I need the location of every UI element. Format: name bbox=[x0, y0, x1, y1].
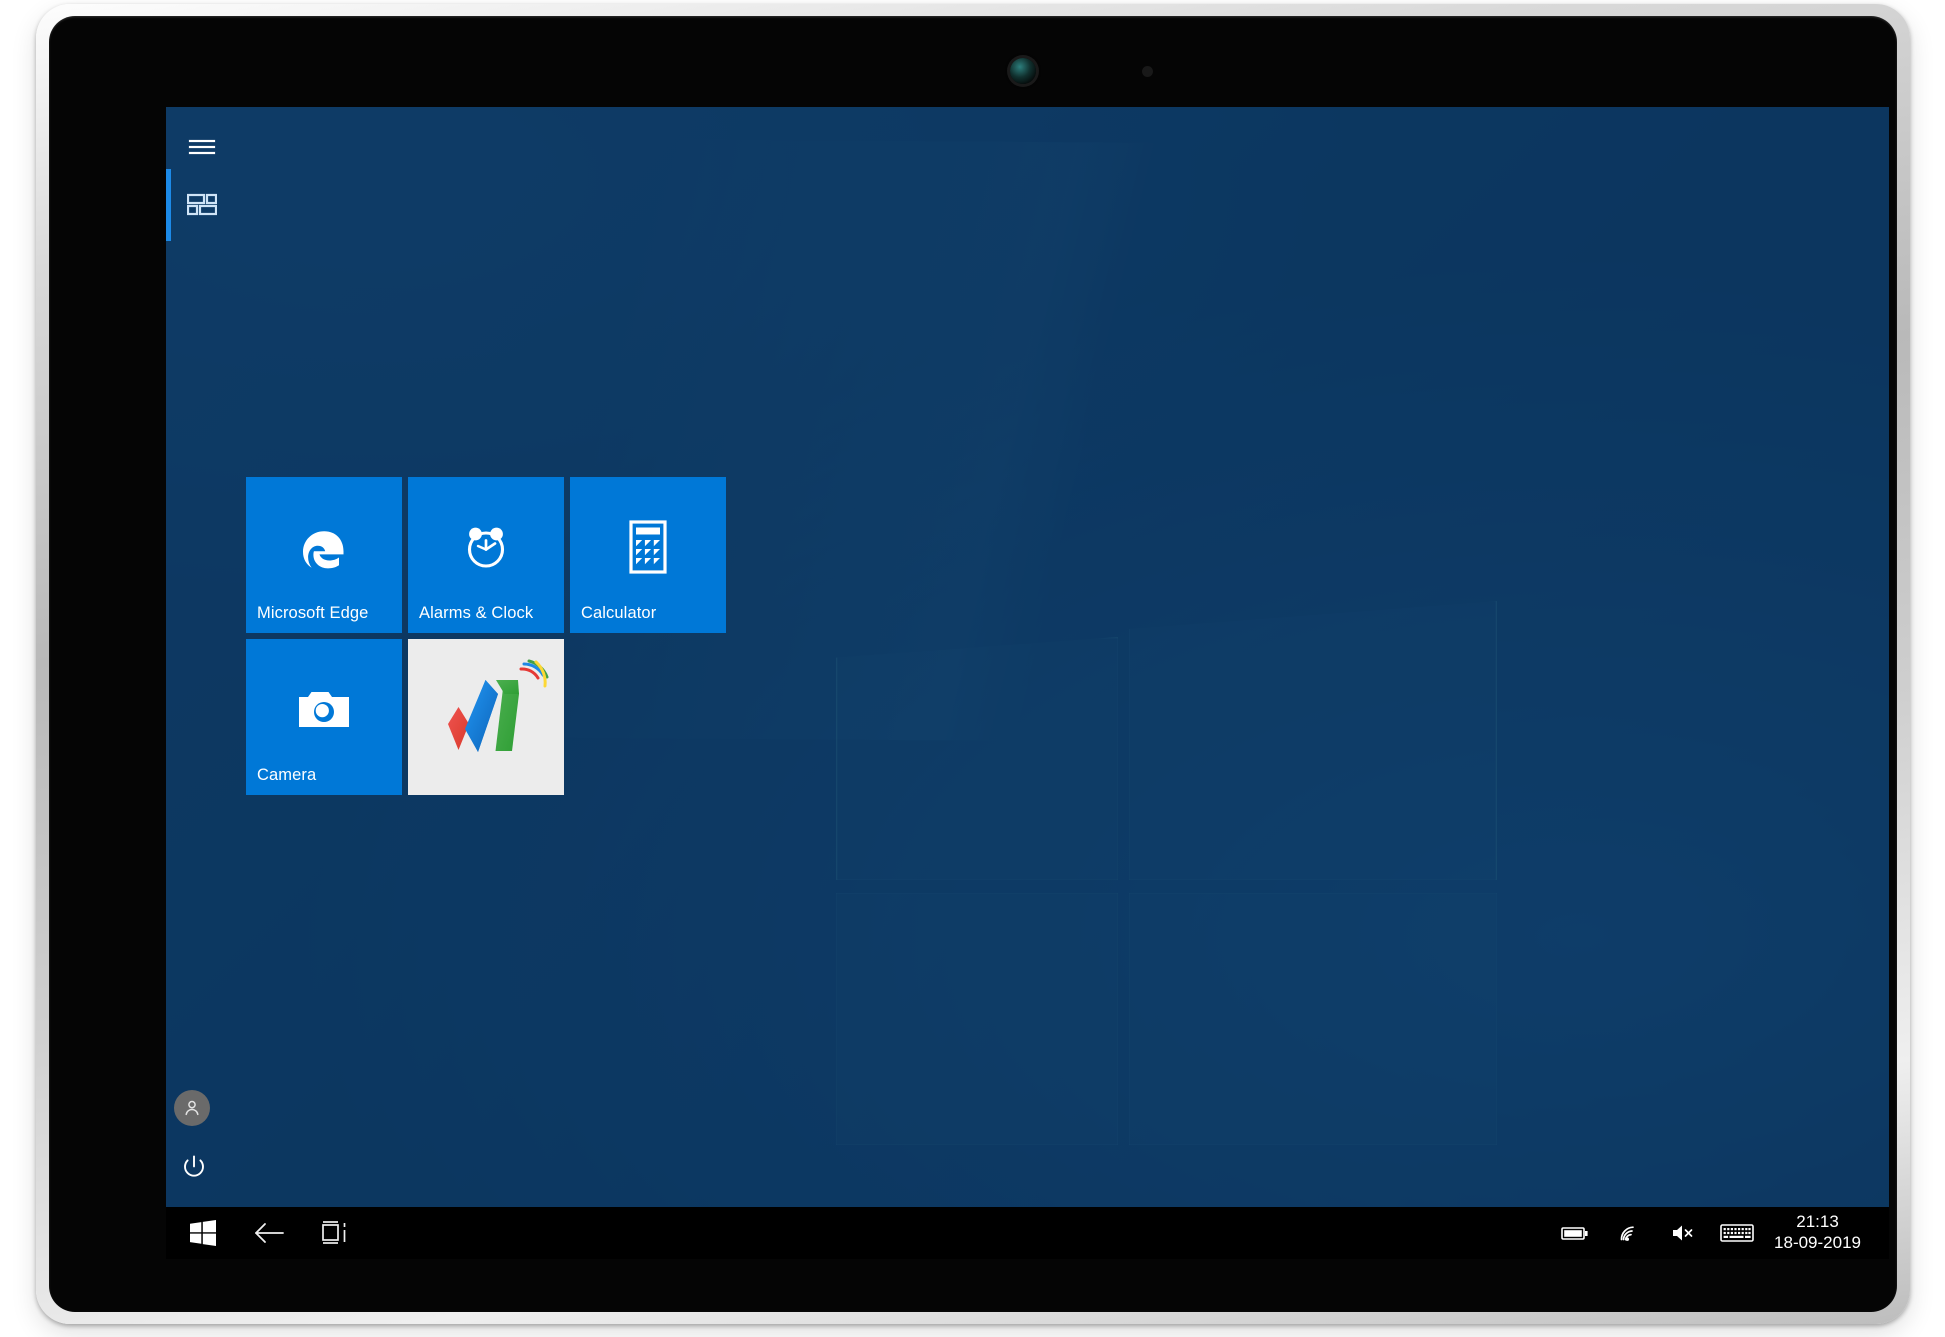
touch-keyboard-icon bbox=[1720, 1224, 1754, 1242]
touch-keyboard-button[interactable] bbox=[1710, 1207, 1764, 1259]
tile-label: Microsoft Edge bbox=[257, 604, 369, 622]
back-button[interactable] bbox=[236, 1207, 302, 1259]
power-button[interactable] bbox=[174, 1147, 214, 1187]
user-account-icon bbox=[185, 1100, 199, 1116]
taskbar: 21:13 18-09-2019 bbox=[166, 1207, 1889, 1259]
tablet-screen: Microsoft Edge Alarms & Clock Calculator… bbox=[166, 107, 1889, 1259]
tile-alarms-and-clock[interactable]: Alarms & Clock bbox=[408, 477, 564, 633]
device-bezel: Microsoft Edge Alarms & Clock Calculator… bbox=[49, 16, 1897, 1312]
task-view-button[interactable] bbox=[302, 1207, 368, 1259]
start-menu-left-rail bbox=[166, 107, 234, 1207]
back-arrow-icon bbox=[255, 1223, 284, 1243]
power-icon bbox=[184, 1155, 204, 1177]
hamburger-menu-icon bbox=[189, 140, 215, 142]
user-account-button[interactable] bbox=[174, 1090, 210, 1126]
clock-date: 18-09-2019 bbox=[1774, 1233, 1861, 1252]
windows-start-icon bbox=[190, 1220, 216, 1246]
system-tray: 21:13 18-09-2019 bbox=[1548, 1207, 1889, 1259]
alarm-clock-icon bbox=[408, 513, 564, 581]
wifi-icon bbox=[1620, 1226, 1634, 1241]
camera-icon bbox=[246, 675, 402, 743]
tile-row: Camera bbox=[246, 639, 746, 795]
clock-button[interactable]: 21:13 18-09-2019 bbox=[1764, 1212, 1873, 1253]
task-view-icon bbox=[322, 1221, 346, 1244]
volume-muted-icon bbox=[1673, 1225, 1693, 1241]
start-tile-grid: Microsoft Edge Alarms & Clock Calculator… bbox=[246, 477, 746, 801]
tablet-device-frame: Microsoft Edge Alarms & Clock Calculator… bbox=[36, 4, 1910, 1324]
network-status-button[interactable] bbox=[1602, 1207, 1656, 1259]
tile-office-suite[interactable] bbox=[408, 639, 564, 795]
tiles-nav-selected-accent bbox=[166, 169, 171, 241]
webcam-lens-icon bbox=[1010, 58, 1036, 84]
battery-status-button[interactable] bbox=[1548, 1207, 1602, 1259]
volume-button[interactable] bbox=[1656, 1207, 1710, 1259]
tile-label: Camera bbox=[257, 766, 317, 784]
tile-row: Microsoft Edge Alarms & Clock Calculator bbox=[246, 477, 746, 633]
office-suite-logo-icon bbox=[448, 659, 549, 752]
tile-calculator[interactable]: Calculator bbox=[570, 477, 726, 633]
tile-label: Calculator bbox=[581, 604, 657, 622]
start-screen-panel: Microsoft Edge Alarms & Clock Calculator… bbox=[166, 107, 1889, 1207]
hamburger-menu-icon bbox=[189, 152, 215, 154]
calculator-icon bbox=[570, 513, 726, 581]
tile-label: Alarms & Clock bbox=[419, 604, 534, 622]
clock-time: 21:13 bbox=[1796, 1212, 1839, 1232]
edge-icon bbox=[246, 513, 402, 581]
tile-microsoft-edge[interactable]: Microsoft Edge bbox=[246, 477, 402, 633]
taskbar-left-group bbox=[166, 1207, 368, 1259]
hamburger-menu-button[interactable] bbox=[174, 119, 230, 175]
battery-icon bbox=[1561, 1227, 1588, 1240]
tiles-view-button[interactable] bbox=[174, 177, 230, 233]
tile-camera[interactable]: Camera bbox=[246, 639, 402, 795]
tiles-view-icon bbox=[187, 193, 217, 216]
ambient-light-sensor-icon bbox=[1142, 66, 1153, 77]
hamburger-menu-icon bbox=[189, 146, 215, 148]
start-button[interactable] bbox=[170, 1207, 236, 1259]
